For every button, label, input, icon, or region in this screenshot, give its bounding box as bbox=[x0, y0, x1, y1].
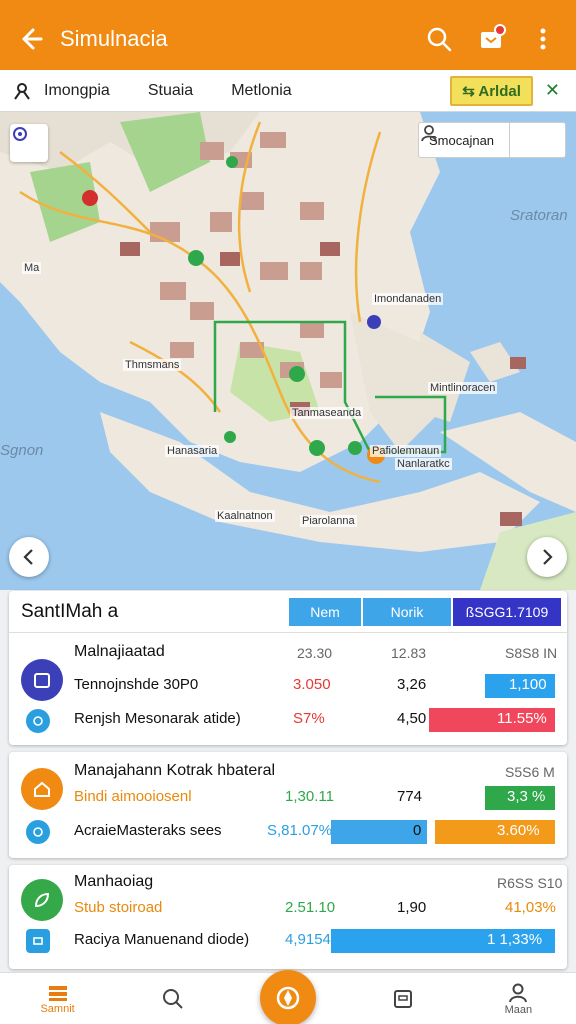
row-value-1: 1,30.11 bbox=[285, 788, 334, 805]
locate-button[interactable] bbox=[10, 124, 48, 162]
compass-icon bbox=[276, 986, 300, 1010]
list-icon bbox=[48, 985, 67, 1001]
row-value-1: 4,9154 bbox=[285, 931, 331, 948]
row-label: AcraieMasteraks sees bbox=[74, 822, 222, 839]
summary-chip-3[interactable]: ßSGG1.7109 bbox=[453, 597, 561, 626]
row-bar-label: 11.55% bbox=[497, 710, 547, 727]
nav-search[interactable] bbox=[115, 973, 230, 1024]
section-title: Manajahann Kotrak hbateral bbox=[74, 762, 276, 779]
row-label: Raciya Manuenand diode) bbox=[74, 931, 250, 948]
row-bar-label: 1 1,33% bbox=[487, 931, 543, 948]
location-icon bbox=[13, 127, 27, 141]
map-place-label: Hanasaria bbox=[165, 445, 220, 457]
map-place-label: Thmsmans bbox=[123, 359, 182, 371]
row-value-2: 0 bbox=[413, 822, 422, 839]
search-icon bbox=[162, 988, 183, 1009]
map-place-label: Tanmaseanda bbox=[290, 407, 364, 419]
nav-profile[interactable]: Maan bbox=[461, 973, 576, 1024]
document-icon bbox=[394, 989, 413, 1008]
data-row[interactable]: AcraieMasteraks sees S,81.07% 0 3.60% bbox=[9, 816, 567, 850]
app-title: Simulnacia bbox=[60, 26, 168, 51]
map-search-box[interactable]: Smocajnan bbox=[418, 122, 566, 158]
nav-documents[interactable] bbox=[346, 973, 461, 1024]
summary-chip-2[interactable]: Norik bbox=[363, 597, 451, 626]
sea-label-west: Sgnon bbox=[0, 442, 44, 459]
summary-chip-1[interactable]: Nem bbox=[289, 597, 361, 626]
filter-arrows-icon: ⇆ bbox=[462, 82, 479, 100]
sea-label-east: Sratoran bbox=[510, 207, 568, 224]
apply-filter-button[interactable]: ⇆ Arldal bbox=[450, 75, 533, 106]
head-value: R6SS S10 bbox=[497, 875, 563, 891]
map-place-label: Nanlaratkc bbox=[395, 458, 452, 470]
row-value-1: 3.050 bbox=[293, 676, 331, 693]
row-value-2: 1,90 bbox=[397, 899, 427, 916]
map-place-label: Pafiolemnaun bbox=[370, 445, 442, 457]
user-icon bbox=[509, 983, 528, 1002]
row-label: Renjsh Mesonarak atide) bbox=[74, 710, 241, 727]
summary-header: SantIMah a Nem Norik ßSGG1.7109 bbox=[9, 591, 567, 633]
data-row[interactable]: Bindi aimooiosenl 1,30.11 774 3,3 % bbox=[9, 782, 567, 816]
chevron-left-icon bbox=[23, 549, 33, 565]
row-value-2: 4,50 bbox=[397, 710, 427, 727]
row-bar-label: 3.60% bbox=[497, 822, 540, 839]
person-icon bbox=[14, 82, 30, 100]
map-place-label: Imondanaden bbox=[372, 293, 444, 305]
row-value-2: 774 bbox=[397, 788, 423, 805]
user-filter-button[interactable] bbox=[0, 81, 44, 101]
app-bar: Simulnacia bbox=[0, 0, 576, 78]
data-row[interactable]: Renjsh Mesonarak atide) S7% 4,50 11.55% bbox=[9, 704, 567, 738]
close-filter-button[interactable]: ✕ bbox=[545, 80, 560, 101]
notification-badge bbox=[494, 24, 506, 36]
navigate-fab[interactable] bbox=[260, 970, 316, 1024]
section-card-2[interactable]: Manajahann Kotrak hbateral S5S6 M Bindi … bbox=[9, 752, 567, 858]
more-vertical-icon bbox=[540, 28, 546, 50]
search-icon bbox=[427, 27, 452, 52]
account-button[interactable] bbox=[421, 123, 565, 157]
nav-summary[interactable]: Samnit bbox=[0, 973, 115, 1024]
row-bar-label: 41,03% bbox=[505, 899, 556, 916]
map-canvas bbox=[0, 112, 576, 590]
summary-title: SantIMah a bbox=[21, 600, 119, 622]
search-button[interactable] bbox=[418, 18, 460, 60]
row-label: Bindi aimooiosenl bbox=[74, 788, 192, 805]
head-value: S5S6 M bbox=[505, 764, 555, 780]
map-place-label: Kaalnatnon bbox=[215, 510, 275, 522]
head-value: 12.83 bbox=[391, 645, 427, 661]
filter-tab-3[interactable]: Metlonia bbox=[231, 82, 291, 100]
summary-card: SantIMah a Nem Norik ßSGG1.7109 Malnajia… bbox=[9, 591, 567, 745]
nav-profile-label: Maan bbox=[504, 1003, 533, 1016]
section-card-3[interactable]: Manhaoiag R6SS S10 Stub stoiroad 2.51.10… bbox=[9, 865, 567, 969]
map-place-label: Piarolanna bbox=[300, 515, 357, 527]
notifications-button[interactable] bbox=[470, 18, 512, 60]
map-place-label: Mintlinoracen bbox=[428, 382, 498, 394]
row-value-1: 2.51.10 bbox=[285, 899, 336, 916]
map-prev-button[interactable] bbox=[9, 537, 49, 577]
filter-bar: Imongpia Stuaia Metlonia ⇆ Arldal ✕ bbox=[0, 70, 576, 112]
data-row[interactable]: Stub stoiroad 2.51.10 1,90 41,03% bbox=[9, 893, 567, 927]
section-title: Manhaoiag bbox=[74, 873, 154, 890]
row-value-2: 3,26 bbox=[397, 676, 427, 693]
row-label: Tennojnshde 30P0 bbox=[74, 676, 199, 693]
chevron-right-icon bbox=[543, 549, 553, 565]
section-title: Malnajiaatad bbox=[74, 643, 165, 660]
head-value: 23.30 bbox=[297, 645, 333, 661]
map-view[interactable]: Sratoran Sgnon Imondanaden Mintlinoracen… bbox=[0, 112, 576, 590]
data-row[interactable]: Tennojnshde 30P0 3.050 3,26 1,100 bbox=[9, 670, 567, 704]
back-button[interactable] bbox=[0, 0, 60, 78]
row-label: Stub stoiroad bbox=[74, 899, 163, 916]
row-bar-label: 1,100 bbox=[509, 676, 547, 693]
data-row[interactable]: Raciya Manuenand diode) 4,9154 1 1,33% bbox=[9, 925, 567, 959]
map-place-label: Ma bbox=[22, 262, 42, 274]
map-next-button[interactable] bbox=[527, 537, 567, 577]
filter-tab-1[interactable]: Imongpia bbox=[44, 82, 110, 100]
row-value-1: S,81.07% bbox=[267, 822, 333, 839]
back-arrow-icon bbox=[22, 28, 43, 50]
filter-tab-2[interactable]: Stuaia bbox=[148, 82, 193, 100]
more-menu-button[interactable] bbox=[522, 18, 564, 60]
row-value-1: S7% bbox=[293, 710, 325, 727]
head-value: S8S8 IN bbox=[505, 645, 558, 661]
row-bar-label: 3,3 % bbox=[507, 788, 546, 805]
nav-summary-label: Samnit bbox=[40, 1002, 75, 1015]
user-icon bbox=[421, 125, 437, 142]
